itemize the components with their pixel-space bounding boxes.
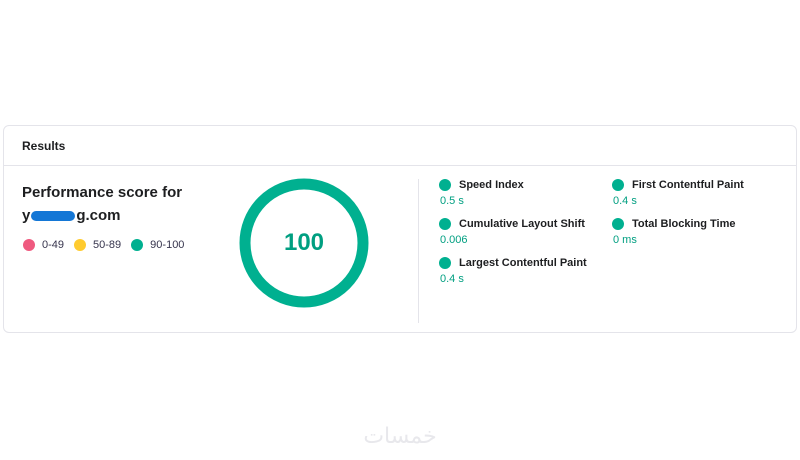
- metric-value: 0.4 s: [440, 273, 464, 285]
- metric-total-blocking-time: Total Blocking Time 0 ms: [612, 218, 736, 246]
- metric-label: Total Blocking Time: [632, 218, 736, 230]
- performance-title: Performance score for y g.com: [22, 181, 222, 227]
- metric-cumulative-layout-shift: Cumulative Layout Shift 0.006: [439, 218, 585, 246]
- metric-status-dot: [612, 218, 624, 230]
- metric-status-dot: [439, 218, 451, 230]
- vertical-divider: [418, 179, 419, 323]
- score-legend: 0-49 50-89 90-100: [23, 239, 194, 251]
- domain-suffix: g.com: [76, 207, 121, 224]
- legend-label-poor: 0-49: [42, 239, 65, 251]
- metric-value: 0.5 s: [440, 195, 464, 207]
- legend-label-good: 90-100: [150, 239, 185, 251]
- legend-item-average: 50-89: [74, 239, 121, 251]
- metric-speed-index: Speed Index 0.5 s: [439, 179, 524, 207]
- legend-dot-poor: [23, 239, 35, 251]
- metric-label: Cumulative Layout Shift: [459, 218, 585, 230]
- metric-value: 0.006: [440, 234, 468, 246]
- domain-prefix: y: [22, 207, 31, 224]
- results-card: Results Performance score for y g.com 0-4…: [3, 125, 797, 333]
- metric-first-contentful-paint: First Contentful Paint 0.4 s: [612, 179, 744, 207]
- score-value: 100: [283, 229, 325, 256]
- legend-dot-good: [131, 239, 144, 251]
- redaction-mark: [31, 211, 76, 222]
- watermark-logo: خمسات: [363, 424, 437, 449]
- legend-item-poor: 0-49: [23, 239, 64, 251]
- metric-value: 0.4 s: [613, 195, 637, 207]
- metric-value: 0 ms: [613, 234, 637, 246]
- performance-title-text: Performance score for: [22, 184, 183, 201]
- score-gauge: 100: [237, 176, 371, 310]
- metric-largest-contentful-paint: Largest Contentful Paint 0.4 s: [439, 257, 587, 285]
- metric-status-dot: [439, 179, 451, 191]
- results-header: Results: [4, 126, 796, 166]
- metric-label: Largest Contentful Paint: [459, 257, 587, 269]
- metric-status-dot: [439, 257, 451, 269]
- legend-label-average: 50-89: [93, 239, 122, 251]
- metric-status-dot: [612, 179, 624, 191]
- page: Results Performance score for y g.com 0-4…: [0, 0, 800, 460]
- metric-label: Speed Index: [459, 179, 524, 191]
- legend-item-good: 90-100: [131, 239, 184, 251]
- metric-label: First Contentful Paint: [632, 179, 744, 191]
- legend-dot-average: [74, 239, 87, 251]
